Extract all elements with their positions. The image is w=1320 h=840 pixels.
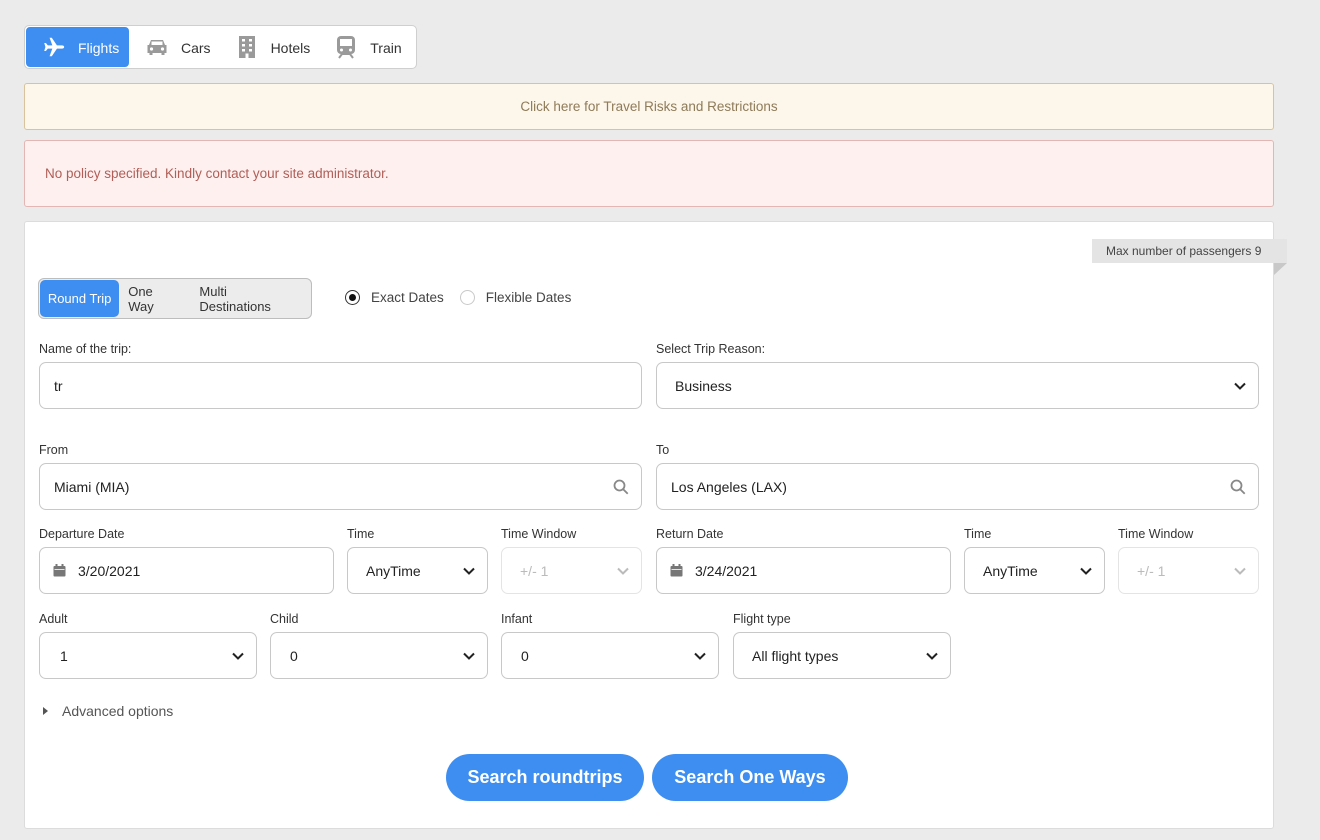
from-label: From (39, 443, 69, 457)
trip-type-round-trip[interactable]: Round Trip (40, 280, 120, 317)
to-label: To (656, 443, 670, 457)
departure-window-label: Time Window (501, 527, 577, 541)
tab-label: Hotels (270, 40, 311, 56)
policy-alert: No policy specified. Kindly contact your… (24, 140, 1274, 207)
child-select[interactable]: 0 (270, 632, 488, 679)
flexible-dates-label: Flexible Dates (485, 290, 572, 305)
badge-fold (1274, 263, 1287, 275)
product-tabs: Flights Cars Hotels Train (24, 25, 417, 69)
trip-type-one-way[interactable]: One Way (119, 280, 190, 317)
departure-time-label: Time (347, 527, 375, 541)
return-time-value: AnyTime (983, 562, 1038, 579)
to-input[interactable]: Los Angeles (LAX) (656, 463, 1259, 510)
return-window-select: +/- 1 (1118, 547, 1259, 594)
from-value: Miami (MIA) (54, 478, 130, 495)
return-date-value: 3/24/2021 (695, 562, 758, 579)
trip-reason-select[interactable]: Business (656, 362, 1259, 409)
trip-reason-value: Business (675, 377, 732, 394)
return-time-select[interactable]: AnyTime (964, 547, 1105, 594)
chevron-down-icon (463, 567, 475, 575)
tab-cars[interactable]: Cars (129, 27, 221, 67)
child-value: 0 (290, 647, 298, 664)
chevron-down-icon (1234, 382, 1246, 390)
adult-value: 1 (60, 647, 68, 664)
search-one-ways-button[interactable]: Search One Ways (652, 754, 848, 801)
max-passengers-badge: Max number of passengers 9 (1092, 239, 1287, 263)
departure-time-select[interactable]: AnyTime (347, 547, 488, 594)
return-window-value: +/- 1 (1137, 562, 1166, 579)
calendar-icon (670, 564, 683, 577)
from-input[interactable]: Miami (MIA) (39, 463, 642, 510)
car-icon (145, 35, 169, 59)
exact-dates-label: Exact Dates (371, 290, 444, 305)
advanced-options-toggle[interactable]: Advanced options (43, 703, 173, 719)
chevron-down-icon (1080, 567, 1092, 575)
building-icon (235, 35, 259, 59)
chevron-down-icon (232, 652, 244, 660)
infant-value: 0 (521, 647, 529, 664)
flight-type-label: Flight type (733, 612, 791, 626)
flexible-dates-option[interactable]: Flexible Dates (459, 290, 572, 305)
adult-label: Adult (39, 612, 68, 626)
return-date-label: Return Date (656, 527, 724, 541)
travel-risks-link[interactable]: Click here for Travel Risks and Restrict… (24, 83, 1274, 130)
flight-type-value: All flight types (752, 647, 839, 664)
exact-dates-option[interactable]: Exact Dates (345, 290, 444, 305)
adult-select[interactable]: 1 (39, 632, 257, 679)
departure-window-select: +/- 1 (501, 547, 642, 594)
tab-hotels[interactable]: Hotels (221, 27, 321, 67)
return-window-label: Time Window (1118, 527, 1194, 541)
trip-type-switcher: Round Trip One Way Multi Destinations (38, 278, 312, 319)
tab-label: Flights (78, 40, 120, 56)
return-time-label: Time (964, 527, 992, 541)
trip-name-value: tr (54, 377, 63, 394)
departure-date-label: Departure Date (39, 527, 125, 541)
chevron-down-icon (926, 652, 938, 660)
infant-select[interactable]: 0 (501, 632, 719, 679)
chevron-down-icon (617, 567, 629, 575)
plane-icon (42, 35, 66, 59)
to-value: Los Angeles (LAX) (671, 478, 787, 495)
search-roundtrips-button[interactable]: Search roundtrips (446, 754, 644, 801)
calendar-icon (53, 564, 66, 577)
search-icon[interactable] (613, 479, 629, 495)
trip-name-label: Name of the trip: (39, 342, 132, 356)
flight-search-card: Max number of passengers 9 Round Trip On… (24, 221, 1287, 829)
chevron-down-icon (463, 652, 475, 660)
tab-train[interactable]: Train (320, 27, 411, 67)
flexible-dates-radio[interactable] (459, 290, 475, 305)
departure-date-value: 3/20/2021 (78, 562, 141, 579)
child-label: Child (270, 612, 299, 626)
search-icon[interactable] (1230, 479, 1246, 495)
exact-dates-radio[interactable] (345, 290, 360, 305)
trip-reason-label: Select Trip Reason: (656, 342, 766, 356)
departure-date-input[interactable]: 3/20/2021 (39, 547, 334, 594)
departure-window-value: +/- 1 (520, 562, 549, 579)
tab-label: Train (370, 40, 402, 56)
trip-name-input[interactable]: tr (39, 362, 642, 409)
flight-type-select[interactable]: All flight types (733, 632, 951, 679)
trip-type-multi-destinations[interactable]: Multi Destinations (190, 280, 310, 317)
train-icon (334, 35, 358, 59)
chevron-down-icon (694, 652, 706, 660)
infant-label: Infant (501, 612, 533, 626)
caret-right-icon (43, 707, 48, 715)
tab-flights[interactable]: Flights (26, 27, 129, 67)
chevron-down-icon (1234, 567, 1246, 575)
return-date-input[interactable]: 3/24/2021 (656, 547, 951, 594)
tab-label: Cars (181, 40, 211, 56)
advanced-options-label: Advanced options (62, 703, 174, 719)
date-mode-options: Exact Dates Flexible Dates (345, 290, 587, 305)
departure-time-value: AnyTime (366, 562, 421, 579)
